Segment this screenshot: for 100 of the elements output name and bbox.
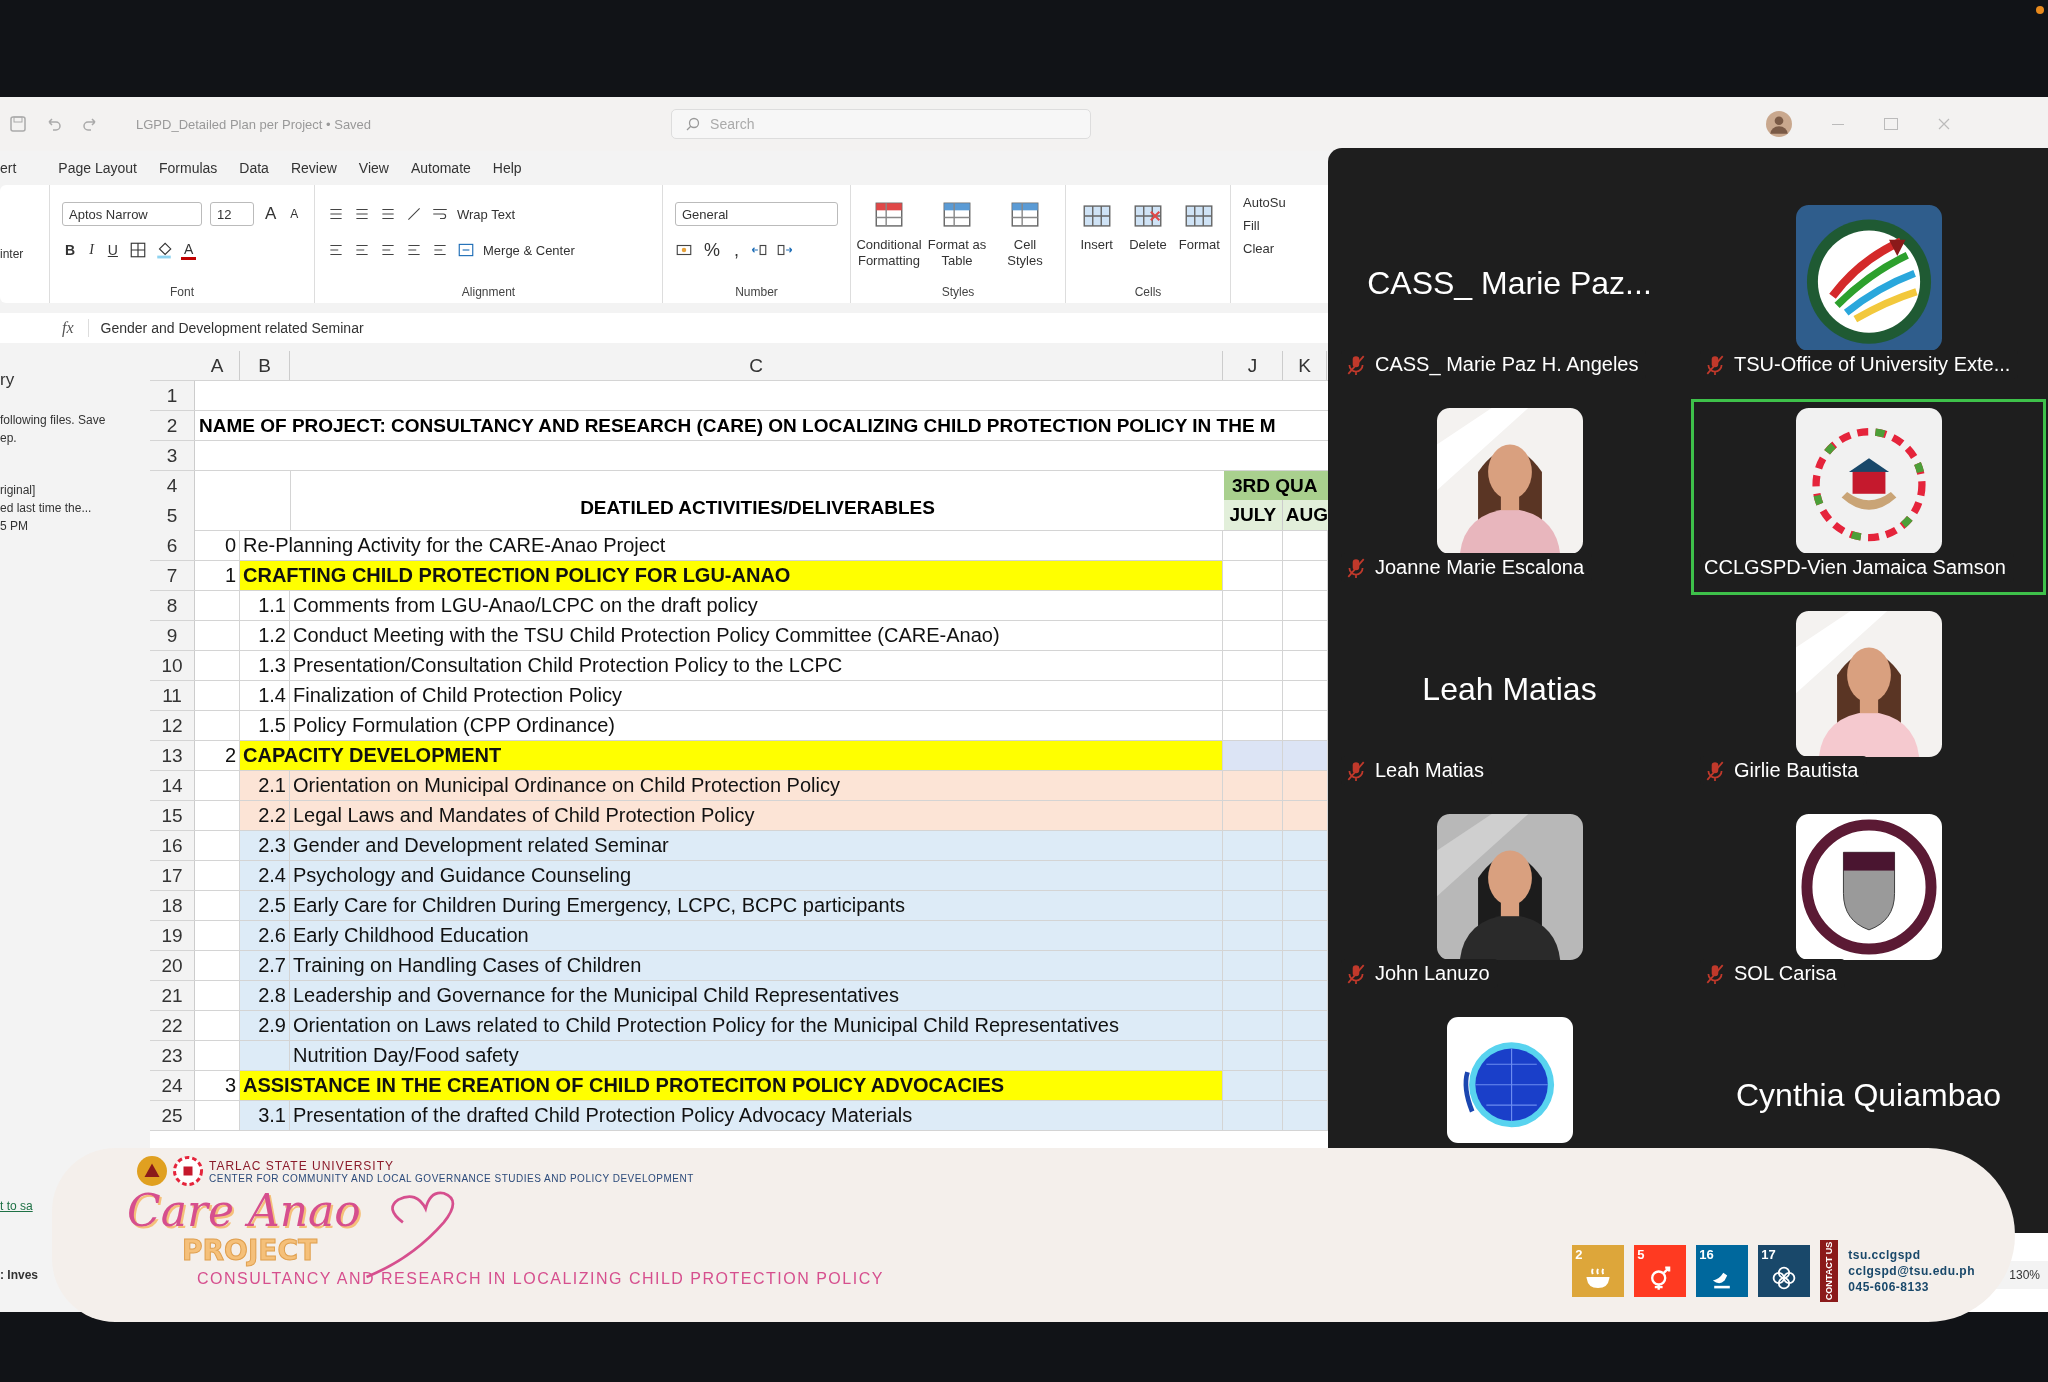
table-cell: 1.2 <box>240 621 290 650</box>
row-header[interactable]: 3 <box>150 441 195 470</box>
font-size-dropdown[interactable]: 12 <box>210 202 254 226</box>
menu-tab[interactable]: Formulas <box>158 156 218 180</box>
table-cell: 3.1 <box>240 1101 290 1130</box>
column-header[interactable]: K <box>1283 351 1327 380</box>
clipboard-label[interactable]: inter <box>0 247 24 261</box>
participant-tile[interactable]: CASS_ Marie Paz... CASS_ Marie Paz H. Angeles <box>1332 196 1687 392</box>
menu-tab[interactable]: ert <box>0 156 17 180</box>
borders-icon[interactable] <box>128 241 147 259</box>
participant-tile[interactable]: Girlie Bautista <box>1691 602 2046 798</box>
row-header[interactable]: 7 <box>150 561 195 590</box>
row-header[interactable]: 5 <box>150 501 195 531</box>
row-header[interactable]: 1 <box>150 381 195 410</box>
font-color-button[interactable]: A <box>180 240 197 260</box>
menu-tab[interactable]: Data <box>239 156 269 180</box>
wrap-text-button[interactable]: Wrap Text <box>457 206 516 222</box>
account-avatar[interactable] <box>1766 111 1793 137</box>
participant-tile[interactable]: Joanne Marie Escalona <box>1332 399 1687 595</box>
menu-tab[interactable]: Review <box>290 156 337 180</box>
table-cell: CAPACITY DEVELOPMENT <box>240 741 1223 770</box>
row-header[interactable]: 12 <box>150 711 195 740</box>
grow-font-button[interactable]: A <box>262 204 280 224</box>
font-name-dropdown[interactable]: Aptos Narrow <box>62 202 202 226</box>
row-header[interactable]: 13 <box>150 741 195 770</box>
participant-tile[interactable]: Leah Matias Leah Matias <box>1332 602 1687 798</box>
row-header[interactable]: 16 <box>150 831 195 860</box>
shrink-font-button[interactable]: A <box>287 207 302 221</box>
status-text[interactable]: : Inves <box>0 1268 38 1282</box>
function-button[interactable]: fx <box>48 319 89 337</box>
row-header[interactable]: 14 <box>150 771 195 800</box>
font-style-button[interactable]: I <box>86 242 97 258</box>
row-header[interactable]: 15 <box>150 801 195 830</box>
participant-name: Leah Matias <box>1422 671 1597 708</box>
editing-button[interactable]: Clear <box>1243 241 1286 256</box>
row-header[interactable]: 10 <box>150 651 195 680</box>
styles-button[interactable]: Cell Styles <box>995 199 1055 269</box>
search-field[interactable]: Search <box>671 109 1092 139</box>
row-header[interactable]: 20 <box>150 951 195 980</box>
center-name: CENTER FOR COMMUNITY AND LOCAL GOVERNANCE STUDIES AND POLICY DEVELOPMENT <box>209 1172 694 1184</box>
participant-tile[interactable]: John Lanuzo <box>1332 805 1687 1001</box>
orientation-icon[interactable] <box>405 205 423 223</box>
row-header[interactable]: 11 <box>150 681 195 710</box>
cells-button[interactable]: Format <box>1176 199 1222 253</box>
row-header[interactable]: 2 <box>150 411 195 440</box>
menu-tab[interactable]: Page Layout <box>58 156 137 180</box>
recovery-text: ed last time the... <box>0 500 92 517</box>
table-cell: Comments from LGU-Anao/LCPC on the draft policy <box>290 591 1223 620</box>
cells-button[interactable]: Insert <box>1074 199 1120 253</box>
row-header[interactable]: 9 <box>150 621 195 650</box>
table-cell: 2.7 <box>240 951 290 980</box>
table-cell: 2.4 <box>240 861 290 890</box>
participant-tile[interactable]: SOL Carisa <box>1691 805 2046 1001</box>
column-header[interactable]: A <box>195 351 240 380</box>
row-header[interactable]: 23 <box>150 1041 195 1070</box>
font-style-button[interactable]: B <box>62 242 79 258</box>
merge-icon <box>457 241 475 259</box>
comma-button[interactable]: , <box>731 239 743 261</box>
group-label: Number <box>734 285 779 299</box>
styles-button[interactable]: Format as Table <box>927 199 987 269</box>
table-cell: Early Childhood Education <box>290 921 1223 950</box>
font-style-button[interactable]: U <box>104 242 121 258</box>
column-header[interactable]: C <box>290 351 1223 380</box>
editing-button[interactable]: Fill <box>1243 218 1286 233</box>
table-cell: Early Care for Children During Emergency, LCPC, BCPC participants <box>290 891 1223 920</box>
menu-tab[interactable]: Help <box>492 156 522 180</box>
menu-tab[interactable]: View <box>358 156 389 180</box>
participant-tile[interactable]: TSU-Office of University Exte... <box>1691 196 2046 392</box>
row-header[interactable]: 19 <box>150 921 195 950</box>
sdg-badge: 16 <box>1696 1245 1749 1297</box>
row-header[interactable]: 25 <box>150 1101 195 1130</box>
row-header[interactable]: 24 <box>150 1071 195 1100</box>
fill-bucket-icon[interactable] <box>154 241 173 259</box>
participant-tile[interactable]: Cynthia Quiambao <box>1691 1008 2046 1146</box>
cells-button[interactable]: Delete <box>1125 199 1171 253</box>
menu-tab[interactable]: Automate <box>410 156 471 180</box>
row-header[interactable]: 17 <box>150 861 195 890</box>
table-cell: Legal Laws and Mandates of Child Protection Policy <box>290 801 1223 830</box>
row-header[interactable]: 8 <box>150 591 195 620</box>
formula-field[interactable]: Gender and Development related Seminar <box>88 320 364 336</box>
column-header[interactable]: B <box>240 351 290 380</box>
contact-tag: CONTACT US <box>1820 1240 1839 1302</box>
row-header[interactable]: 18 <box>150 891 195 920</box>
number-format-dropdown[interactable]: General <box>675 202 838 226</box>
row-header[interactable]: 22 <box>150 1011 195 1040</box>
row-header[interactable]: 6 <box>150 531 195 560</box>
recording-dot <box>2036 6 2044 14</box>
table-cell: 2.1 <box>240 771 290 800</box>
zoom-level[interactable]: 130% <box>2009 1268 2040 1282</box>
styles-button[interactable]: Conditional Formatting <box>859 199 919 269</box>
merge-center-button[interactable]: Merge & Center <box>483 242 575 258</box>
row-header[interactable]: 21 <box>150 981 195 1010</box>
participant-tile[interactable]: CCLGSPD-Vien Jamaica Samson <box>1691 399 2046 595</box>
group-label: Font <box>169 285 195 299</box>
row-header[interactable]: 4 <box>150 471 195 501</box>
percent-button[interactable]: % <box>701 239 723 261</box>
editing-button[interactable]: AutoSu <box>1243 195 1286 210</box>
table-cell: 3RD QUA <box>1224 471 1329 500</box>
save-link[interactable]: t to sa <box>0 1197 33 1215</box>
column-header[interactable]: J <box>1223 351 1283 380</box>
